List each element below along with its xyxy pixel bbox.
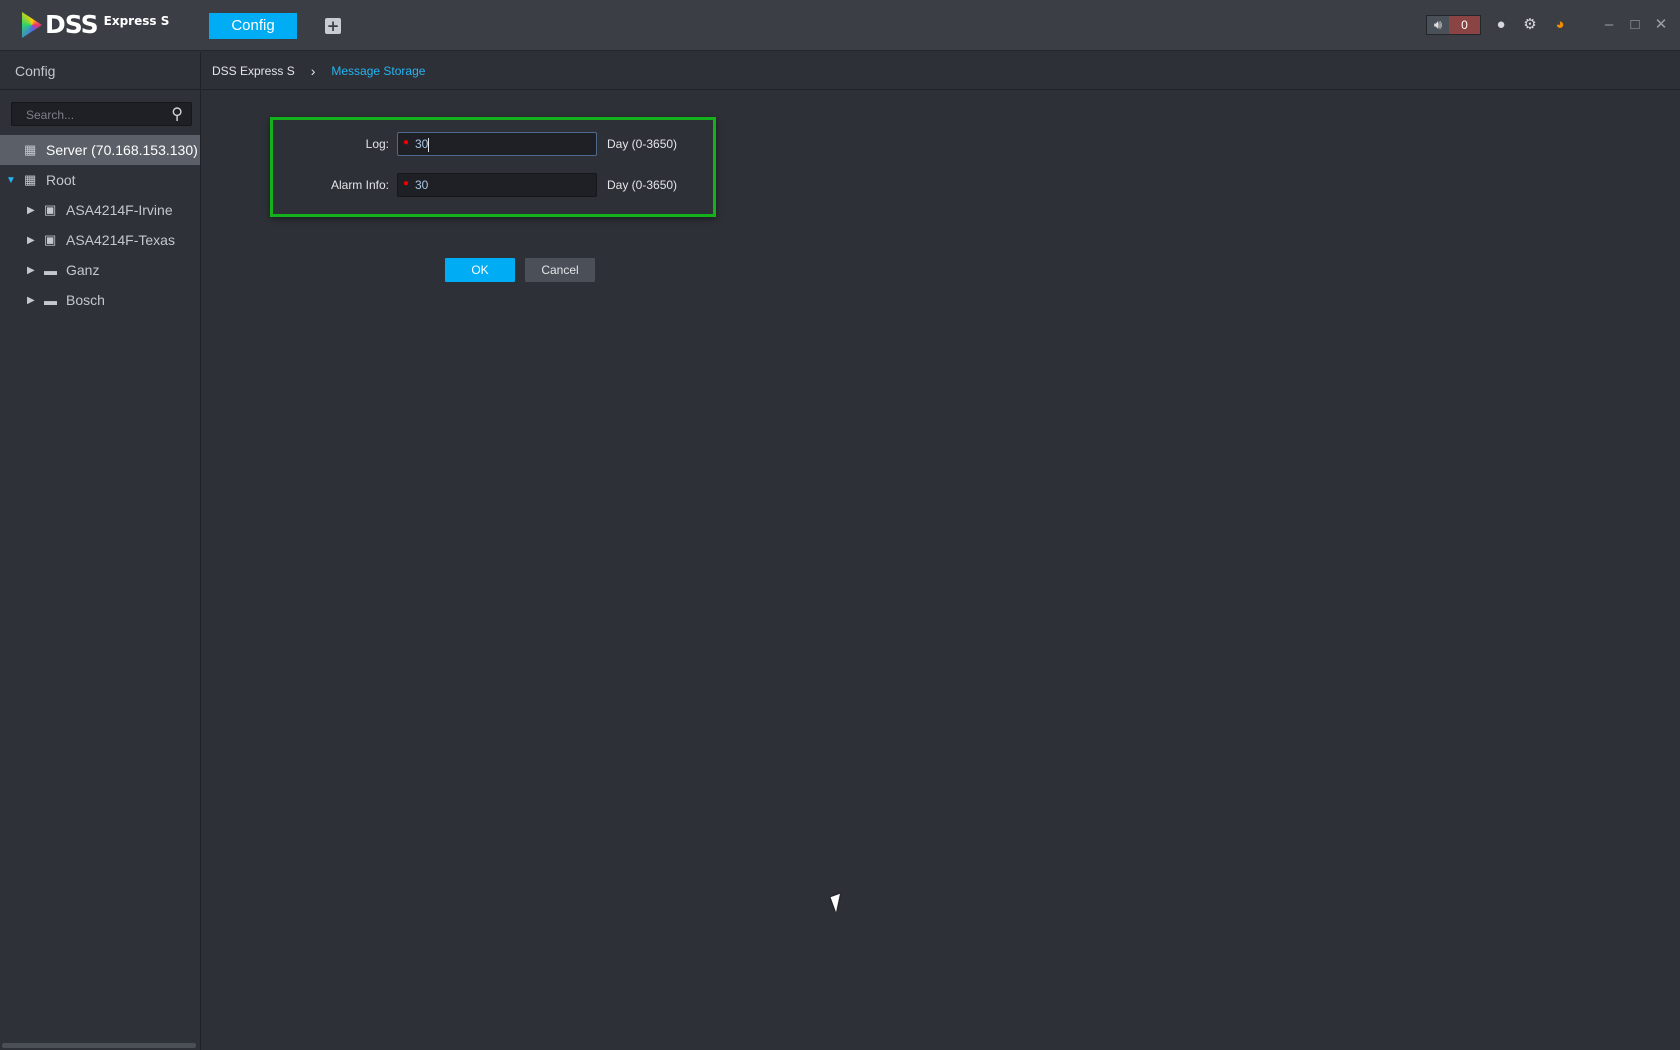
search-icon[interactable]: ⚲	[171, 104, 183, 124]
sidebar: Config Search... ⚲ ▦ Server (70.168.153.…	[0, 52, 201, 1050]
device-tree: ▦ Server (70.168.153.130) ▼ ▦ Root ▶ ▣ A…	[0, 135, 200, 315]
breadcrumb-root[interactable]: DSS Express S	[212, 64, 295, 78]
required-icon: ●	[403, 178, 410, 189]
alarm-sound-toggle[interactable]: 🔊︎ 0	[1426, 15, 1481, 35]
expand-right-icon[interactable]: ▶	[27, 265, 35, 276]
log-value: 30	[415, 137, 429, 151]
tab-config[interactable]: Config	[209, 13, 297, 39]
mouse-cursor-icon	[830, 893, 846, 913]
log-unit: Day (0-3650)	[607, 137, 678, 151]
cancel-button[interactable]: Cancel	[525, 258, 595, 282]
alarm-count-badge[interactable]: 0	[1449, 16, 1480, 34]
alarm-info-label: Alarm Info:	[330, 178, 389, 192]
sidebar-title: Config	[0, 52, 200, 90]
tree-label: Bosch	[66, 292, 105, 308]
expand-down-icon[interactable]: ▼	[6, 175, 16, 186]
search-input[interactable]: Search... ⚲	[11, 102, 192, 126]
sidebar-scrollbar[interactable]	[2, 1043, 196, 1048]
logo-text: DSS	[45, 10, 99, 39]
expand-right-icon[interactable]: ▶	[27, 295, 35, 306]
tree-label: ASA4214F-Texas	[66, 232, 175, 248]
alarm-row: Alarm Info: ● 30 Day (0-3650)	[273, 173, 713, 197]
tree-item-device[interactable]: ▶ ▣ ASA4214F-Irvine	[0, 195, 200, 225]
search-placeholder: Search...	[26, 108, 75, 122]
org-icon: ▦	[24, 172, 37, 187]
maximize-icon[interactable]: □	[1626, 16, 1644, 34]
ok-button[interactable]: OK	[445, 258, 515, 282]
tree-label: Server (70.168.153.130)	[46, 142, 198, 158]
server-icon: ▦	[24, 142, 37, 157]
tree-item-root[interactable]: ▼ ▦ Root	[0, 165, 200, 195]
add-tab-button[interactable]: +	[325, 18, 341, 34]
title-bar: DSS Express S Config + 🔊︎ 0 ● ⚙ ◕ – □ ✕	[0, 0, 1680, 51]
alarm-info-days-input[interactable]: ● 30	[397, 173, 597, 197]
tree-label: ASA4214F-Irvine	[66, 202, 173, 218]
speaker-icon[interactable]: 🔊︎	[1427, 16, 1449, 34]
performance-gauge-icon[interactable]: ◕	[1551, 16, 1569, 34]
logo-subtitle: Express S	[103, 14, 170, 28]
expand-right-icon[interactable]: ▶	[27, 235, 35, 246]
storage-settings-group: Log: ● 30 Day (0-3650) Alarm Info: ● 30 …	[270, 117, 716, 217]
app-logo: DSS Express S	[22, 12, 169, 38]
tree-item-server[interactable]: ▦ Server (70.168.153.130)	[0, 135, 200, 165]
logo-mark-icon	[22, 12, 42, 38]
log-days-input[interactable]: ● 30	[397, 132, 597, 156]
chevron-right-icon: ›	[310, 62, 316, 79]
gear-icon[interactable]: ⚙	[1521, 16, 1539, 34]
alarm-info-unit: Day (0-3650)	[607, 178, 678, 192]
tree-label: Root	[46, 172, 76, 188]
device-icon: ▣	[44, 232, 57, 247]
tree-item-device[interactable]: ▶ ▣ ASA4214F-Texas	[0, 225, 200, 255]
close-icon[interactable]: ✕	[1652, 16, 1670, 34]
breadcrumb: DSS Express S › Message Storage	[202, 52, 1680, 90]
tree-item-device[interactable]: ▶ ▬ Ganz	[0, 255, 200, 285]
tree-item-device[interactable]: ▶ ▬ Bosch	[0, 285, 200, 315]
minimize-icon[interactable]: –	[1600, 16, 1618, 34]
log-row: Log: ● 30 Day (0-3650)	[273, 132, 713, 156]
log-label: Log:	[365, 137, 389, 151]
breadcrumb-current: Message Storage	[331, 63, 426, 78]
nvr-icon: ▬	[44, 292, 57, 308]
user-icon[interactable]: ●	[1492, 16, 1510, 34]
tree-label: Ganz	[66, 262, 100, 278]
required-icon: ●	[403, 137, 410, 148]
device-icon: ▣	[44, 202, 57, 217]
alarm-info-value: 30	[415, 178, 429, 192]
nvr-icon: ▬	[44, 262, 57, 278]
plus-icon: +	[326, 17, 340, 35]
expand-right-icon[interactable]: ▶	[27, 205, 35, 216]
